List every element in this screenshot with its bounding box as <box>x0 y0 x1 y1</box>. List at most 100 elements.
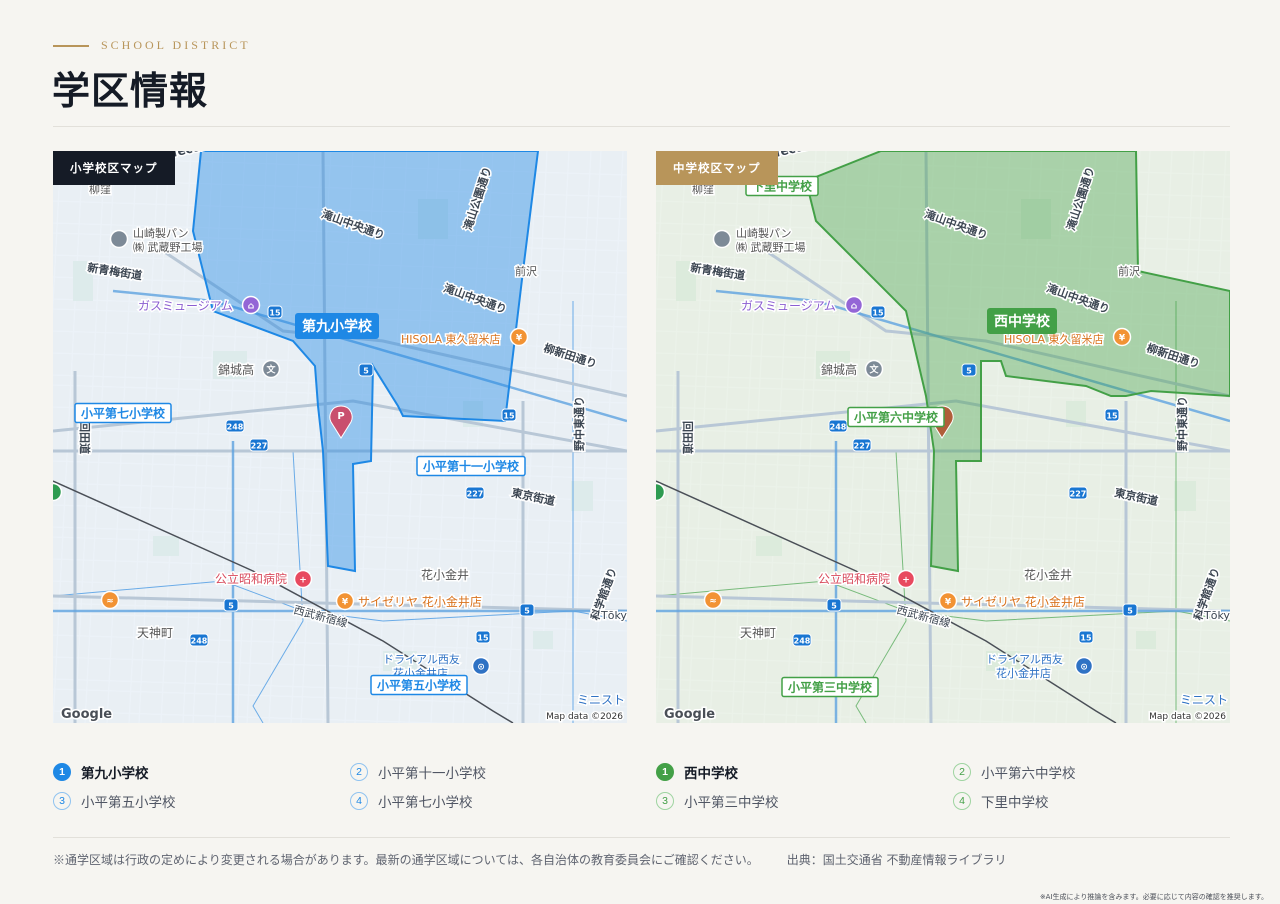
footer-divider <box>53 837 1230 838</box>
route-shield: 248 <box>792 633 812 647</box>
school-label: 西中学校 <box>987 308 1057 334</box>
hospital-icon-glyph: + <box>902 576 910 586</box>
place-label: ドライアル西友 <box>383 652 460 666</box>
legend-label: 小平第十一小学校 <box>378 766 486 782</box>
restaurant-icon: ¥ <box>335 591 355 611</box>
route-shield: 5 <box>1122 603 1138 617</box>
google-logo: Google <box>61 707 112 722</box>
route-shield: 227 <box>249 438 269 452</box>
legend-item-4[interactable]: 4 下里中学校 <box>953 791 1049 811</box>
legend-item-1[interactable]: 1 第九小学校 <box>53 762 149 782</box>
museum-icon: ⌂ <box>844 295 864 315</box>
route-shield: 15 <box>475 630 491 644</box>
place-label: ドライアル西友 <box>986 652 1063 666</box>
route-number: 5 <box>363 367 369 376</box>
route-number: 5 <box>966 367 972 376</box>
place-label: 天神町 <box>740 626 776 640</box>
school-label-text: 小平第七小学校 <box>81 405 166 420</box>
shop-icon-glyph: ⊙ <box>1080 663 1088 673</box>
place-label: 錦城高 <box>218 362 254 377</box>
route-number: 15 <box>269 309 281 318</box>
route-shield: 227 <box>465 486 485 500</box>
cafe-icon: ≈ <box>100 590 120 610</box>
school-label-text: 小平第五小学校 <box>377 677 462 692</box>
cafe-icon-glyph: ≈ <box>106 597 114 607</box>
shop-icon-glyph: ⊙ <box>477 663 485 673</box>
legend-item-2[interactable]: 2 小平第六中学校 <box>953 762 1076 782</box>
route-shield: 227 <box>1068 486 1088 500</box>
ai-disclaimer: ※AI生成により推論を含みます。必要に応じて内容の確認を推奨します。 <box>1039 893 1268 901</box>
junior-high-map-tag: 中学校区マップ <box>656 151 778 185</box>
school-label-text: 小平第六中学校 <box>854 409 939 424</box>
place-label: HISOLA 東久留米店 <box>1004 332 1104 346</box>
route-shield: 15 <box>267 305 283 319</box>
eyebrow-text: SCHOOL DISTRICT <box>101 38 251 52</box>
page-title: 学区情報 <box>52 68 209 113</box>
place-label: 前沢 <box>515 264 537 278</box>
school-icon: 文 <box>261 359 281 379</box>
place-label: 花小金井 <box>421 567 469 582</box>
school-label-text: 西中学校 <box>994 313 1051 330</box>
legend-item-1[interactable]: 1 西中学校 <box>656 762 738 782</box>
legend-item-2[interactable]: 2 小平第十一小学校 <box>350 762 486 782</box>
cafe-icon: ≈ <box>703 590 723 610</box>
school-label-text: 小平第十一小学校 <box>423 458 520 473</box>
route-number: 5 <box>524 607 530 616</box>
hospital-icon: + <box>896 569 916 589</box>
legend-item-3[interactable]: 3 小平第五小学校 <box>53 791 176 811</box>
factory-icon <box>712 229 732 249</box>
shop-icon: ⊙ <box>471 656 491 676</box>
section-eyebrow: SCHOOL DISTRICT <box>53 38 251 53</box>
route-shield: 5 <box>961 363 977 377</box>
route-number: 15 <box>503 412 515 421</box>
eyebrow-rule <box>53 44 89 47</box>
school-label: 小平第七小学校 <box>74 402 172 424</box>
footer-source: 出典：国土交通省 不動産情報ライブラリ <box>786 853 1007 867</box>
route-number: 248 <box>794 637 811 646</box>
route-number: 5 <box>831 602 837 611</box>
road-label: 回田道 <box>78 421 92 454</box>
place-label: Tōkyō <box>600 609 627 622</box>
hospital-icon: + <box>293 569 313 589</box>
school-label: 小平第三中学校 <box>781 676 879 698</box>
road-label: 回田道 <box>681 421 695 454</box>
place-label: 山崎製パン <box>133 226 189 240</box>
route-shield: 248 <box>828 419 848 433</box>
junior-high-school-map[interactable]: Prefectural Rte 129柳窪山崎製パン㈱ 武蔵野工場新青梅街道ガス… <box>656 151 1230 723</box>
footer-note: ※通学区域は行政の定めにより変更される場合があります。最新の通学区域については、… <box>53 851 1007 868</box>
place-label: ミニスト <box>1180 693 1228 707</box>
map-canvas: Prefectural Rte 129柳窪山崎製パン㈱ 武蔵野工場新青梅街道ガス… <box>53 151 627 723</box>
legend-number-badge: 4 <box>953 792 971 810</box>
google-logo: Google <box>664 707 715 722</box>
legend-number-badge: 1 <box>53 763 71 781</box>
restaurant-icon-glyph: ¥ <box>516 334 523 344</box>
place-label: 花小金井 <box>1024 567 1072 582</box>
legend-label: 西中学校 <box>684 766 738 782</box>
school-label-text: 第九小学校 <box>302 318 373 335</box>
place-label: サイゼリヤ 花小金井店 <box>358 594 482 609</box>
route-shield: 227 <box>852 438 872 452</box>
road-label: 野中東通り <box>1175 396 1189 451</box>
route-shield: 15 <box>501 408 517 422</box>
route-shield: 5 <box>826 598 842 612</box>
place-label: 公立昭和病院 <box>818 571 890 586</box>
place-label: ㈱ 武蔵野工場 <box>133 241 203 254</box>
legend-number-badge: 2 <box>350 763 368 781</box>
elementary-school-map[interactable]: Prefectural Rte 129柳窪山崎製パン㈱ 武蔵野工場新青梅街道ガス… <box>53 151 627 723</box>
junior-high-legend: 1 西中学校 2 小平第六中学校 3 小平第三中学校 4 下里中学校 <box>656 760 1230 820</box>
route-number: 5 <box>228 602 234 611</box>
place-label: 天神町 <box>137 626 173 640</box>
legend-item-4[interactable]: 4 小平第七小学校 <box>350 791 473 811</box>
legend-item-3[interactable]: 3 小平第三中学校 <box>656 791 779 811</box>
restaurant-icon-glyph: ¥ <box>945 598 952 608</box>
route-shield: 15 <box>1078 630 1094 644</box>
restaurant-icon-glyph: ¥ <box>342 598 349 608</box>
museum-icon-glyph: ⌂ <box>851 302 858 312</box>
factory-icon <box>109 229 129 249</box>
place-label: 公立昭和病院 <box>215 571 287 586</box>
legend-number-badge: 3 <box>53 792 71 810</box>
route-number: 15 <box>872 309 884 318</box>
map-canvas: Prefectural Rte 129柳窪山崎製パン㈱ 武蔵野工場新青梅街道ガス… <box>656 151 1230 723</box>
school-icon-glyph: 文 <box>868 364 879 376</box>
place-label: サイゼリヤ 花小金井店 <box>961 594 1085 609</box>
